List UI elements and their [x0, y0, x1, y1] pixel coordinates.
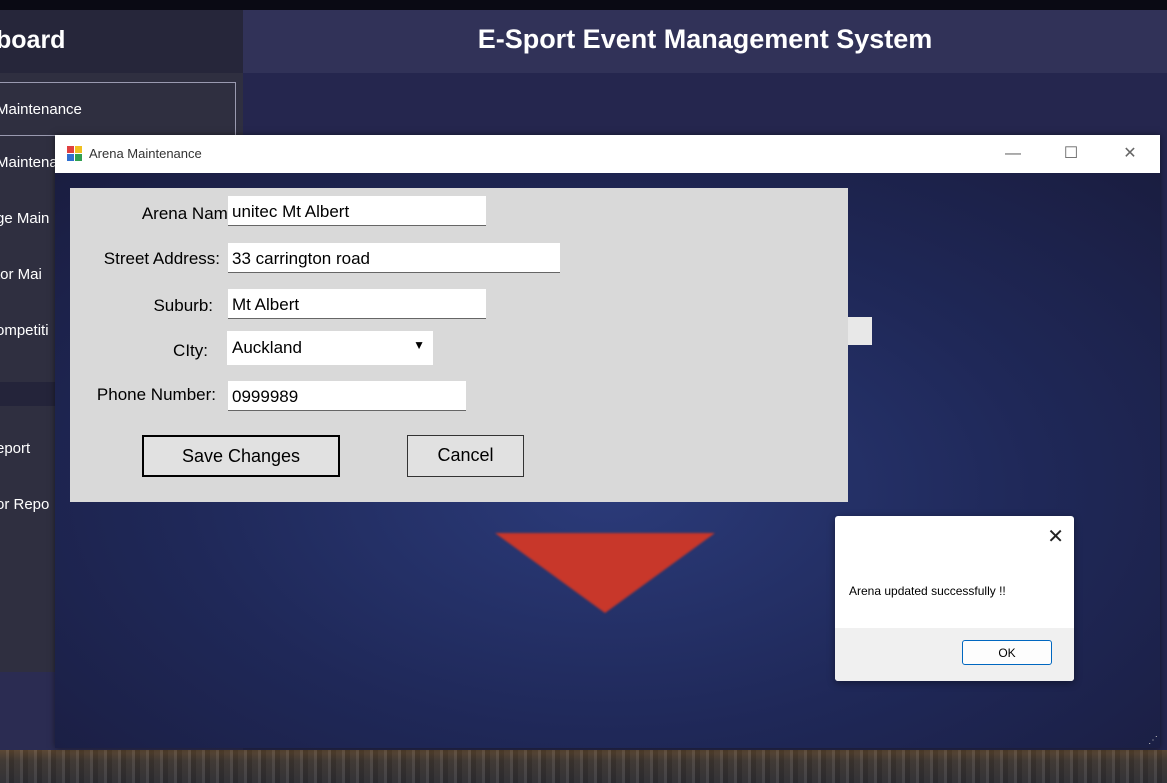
message-box: ✕ Arena updated successfully !! OK [835, 516, 1074, 681]
msgbox-close-icon[interactable]: ✕ [1047, 524, 1064, 549]
city-label: CIty: [173, 341, 208, 360]
maximize-icon[interactable]: ☐ [1051, 141, 1091, 167]
street-address-label: Street Address: [103, 249, 220, 268]
app-icon [67, 146, 83, 162]
logo-shape [495, 533, 715, 613]
street-address-input[interactable]: 33 carrington road [228, 243, 560, 273]
resize-grip-icon[interactable]: ⋰ [1148, 735, 1158, 746]
sidebar-title: board [0, 26, 66, 54]
arena-form-panel: Arena Name: unitec Mt Albert Street Addr… [70, 188, 848, 502]
message-text: Arena updated successfully !! [849, 584, 1006, 598]
sidebar-item-arena-maintenance[interactable]: Maintenance [0, 82, 236, 136]
message-footer: OK [835, 628, 1074, 681]
phone-number-input[interactable]: 0999989 [228, 381, 466, 411]
sidebar-header: board [0, 10, 243, 73]
minimize-icon[interactable]: — [993, 141, 1033, 167]
ok-button[interactable]: OK [962, 640, 1052, 665]
background-input[interactable] [848, 317, 872, 345]
header-bar: E-Sport Event Management System [243, 10, 1167, 73]
city-dropdown[interactable]: Auckland ▼ [227, 331, 433, 365]
window-titlebar[interactable]: Arena Maintenance — ☐ ✕ [55, 135, 1160, 173]
city-value: Auckland [232, 338, 302, 357]
chevron-down-icon: ▼ [413, 338, 425, 352]
close-icon[interactable]: ✕ [1110, 141, 1150, 167]
suburb-label: Suburb: [153, 296, 213, 315]
phone-number-label: Phone Number: [96, 385, 216, 404]
suburb-input[interactable]: Mt Albert [228, 289, 486, 319]
app-title: E-Sport Event Management System [477, 24, 933, 54]
cancel-button[interactable]: Cancel [407, 435, 524, 477]
arena-name-input[interactable]: unitec Mt Albert [228, 196, 486, 226]
arena-name-label: Arena Name: [141, 204, 242, 223]
save-changes-button[interactable]: Save Changes [142, 435, 340, 477]
window-title: Arena Maintenance [89, 146, 202, 161]
